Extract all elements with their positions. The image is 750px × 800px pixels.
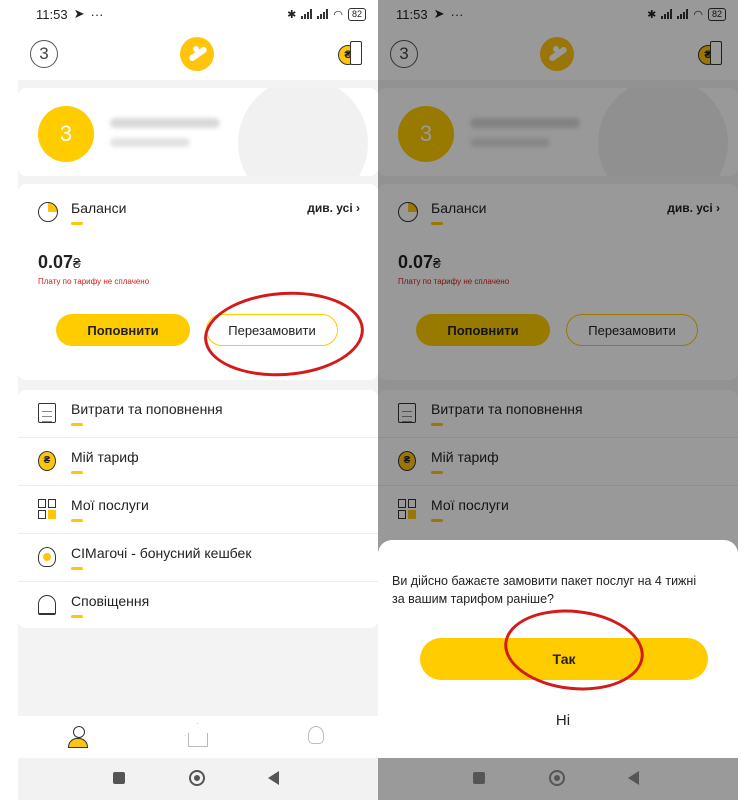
topup-button[interactable]: Поповнити <box>56 314 190 346</box>
signal-icon-2 <box>317 9 329 19</box>
topup-button: Поповнити <box>416 314 550 346</box>
title-underline <box>71 222 83 225</box>
document-icon <box>398 403 416 423</box>
battery-icon: 82 <box>347 7 366 21</box>
menu-list: Витрати та поповнення ₴ Мій тариф Мої по… <box>18 390 378 628</box>
back-icon[interactable] <box>628 771 639 785</box>
balance-title: Баланси <box>71 200 127 216</box>
lifecell-logo-icon <box>540 37 574 71</box>
hryvnia-coin-icon: ₴ <box>38 451 56 471</box>
wifi-icon: ◠ <box>333 8 343 21</box>
notifications-counter: 3 <box>390 40 418 68</box>
services-grid-icon <box>398 499 416 519</box>
bell-icon <box>38 595 56 615</box>
balance-amount: 0.07₴ <box>38 252 81 272</box>
lightbulb-icon[interactable] <box>308 726 324 744</box>
status-bar: 11:53 ➤ ··· ✱ ◠ 82 <box>378 0 738 28</box>
phone-screen-main: 11:53 ➤ ··· ✱ ◠ 82 3 ₴ 3 Баланси див. усі … <box>18 0 378 800</box>
telegram-icon: ➤ <box>73 6 85 21</box>
background-logo-icon <box>598 88 728 176</box>
wallet-icon: ₴ <box>698 41 726 69</box>
more-icon: ··· <box>450 6 464 22</box>
robot-icon <box>38 547 56 567</box>
back-icon[interactable] <box>268 771 279 785</box>
unpaid-warning: Плату по тарифу не сплачено <box>38 277 150 286</box>
confirm-question: Ви дійсно бажаєте замовити пакет послуг … <box>392 574 697 606</box>
pie-chart-icon <box>398 202 418 222</box>
wifi-icon: ◠ <box>693 8 703 21</box>
no-button[interactable]: Ні <box>528 708 598 732</box>
menu-item-tariff: ₴ Мій тариф <box>378 438 738 486</box>
bluetooth-icon: ✱ <box>287 8 297 21</box>
pie-chart-icon <box>38 202 58 222</box>
redacted-number <box>470 138 550 147</box>
document-icon <box>38 403 56 423</box>
home-icon[interactable] <box>188 733 208 747</box>
profile-card[interactable]: 3 <box>18 88 378 176</box>
redacted-name <box>110 118 220 128</box>
signal-icon <box>301 9 313 19</box>
background-logo-icon <box>238 88 368 176</box>
signal-icon <box>661 9 673 19</box>
menu-item-expenses[interactable]: Витрати та поповнення <box>18 390 378 438</box>
bluetooth-icon: ✱ <box>647 8 657 21</box>
annotation-circle <box>201 286 367 382</box>
avatar: 3 <box>398 106 454 162</box>
more-icon: ··· <box>90 6 104 22</box>
menu-item-services: Мої послуги <box>378 486 738 534</box>
phone-screen-dialog: 11:53 ➤ ··· ✱ ◠ 82 3 ₴ 3 Баланси див. усі … <box>378 0 738 800</box>
see-all-link[interactable]: див. усі › <box>307 201 360 215</box>
recent-apps-icon[interactable] <box>473 772 485 784</box>
person-icon[interactable] <box>68 726 88 748</box>
battery-icon: 82 <box>707 7 726 21</box>
clock: 11:53 <box>396 6 428 22</box>
balance-card: Баланси див. усі › 0.07₴ Плату по тарифу… <box>18 184 378 382</box>
balance-card: Баланси див. усі › 0.07₴ Плату по тарифу… <box>378 184 738 380</box>
system-nav-bar <box>18 758 378 800</box>
redacted-name <box>470 118 580 128</box>
system-home-icon[interactable] <box>189 770 205 786</box>
app-header: 3 ₴ <box>18 28 378 80</box>
telegram-icon: ➤ <box>433 6 445 21</box>
menu-item-tariff[interactable]: ₴ Мій тариф <box>18 438 378 486</box>
balance-title: Баланси <box>431 200 487 216</box>
wallet-icon[interactable]: ₴ <box>338 41 366 69</box>
signal-icon-2 <box>677 9 689 19</box>
bottom-nav <box>18 716 378 758</box>
lifecell-logo-icon <box>180 37 214 71</box>
hryvnia-coin-icon: ₴ <box>398 451 416 471</box>
menu-item-services[interactable]: Мої послуги <box>18 486 378 534</box>
system-home-icon[interactable] <box>549 770 565 786</box>
avatar: 3 <box>38 106 94 162</box>
app-header: 3 ₴ <box>378 28 738 80</box>
balance-amount: 0.07₴ <box>398 252 441 272</box>
status-bar: 11:53 ➤ ··· ✱ ◠ 82 <box>18 0 378 28</box>
reorder-button: Перезамовити <box>566 314 698 346</box>
unpaid-warning: Плату по тарифу не сплачено <box>398 277 510 286</box>
menu-item-simagochi[interactable]: СІМагочі - бонусний кешбек <box>18 534 378 582</box>
redacted-number <box>110 138 190 147</box>
annotation-circle <box>500 602 648 698</box>
clock: 11:53 <box>36 6 68 22</box>
system-nav-bar <box>378 758 738 800</box>
see-all-link: див. усі › <box>667 201 720 215</box>
services-grid-icon <box>38 499 56 519</box>
notifications-counter[interactable]: 3 <box>30 40 58 68</box>
profile-card: 3 <box>378 88 738 176</box>
recent-apps-icon[interactable] <box>113 772 125 784</box>
menu-item-expenses: Витрати та поповнення <box>378 390 738 438</box>
menu-item-notifications[interactable]: Сповіщення <box>18 582 378 630</box>
